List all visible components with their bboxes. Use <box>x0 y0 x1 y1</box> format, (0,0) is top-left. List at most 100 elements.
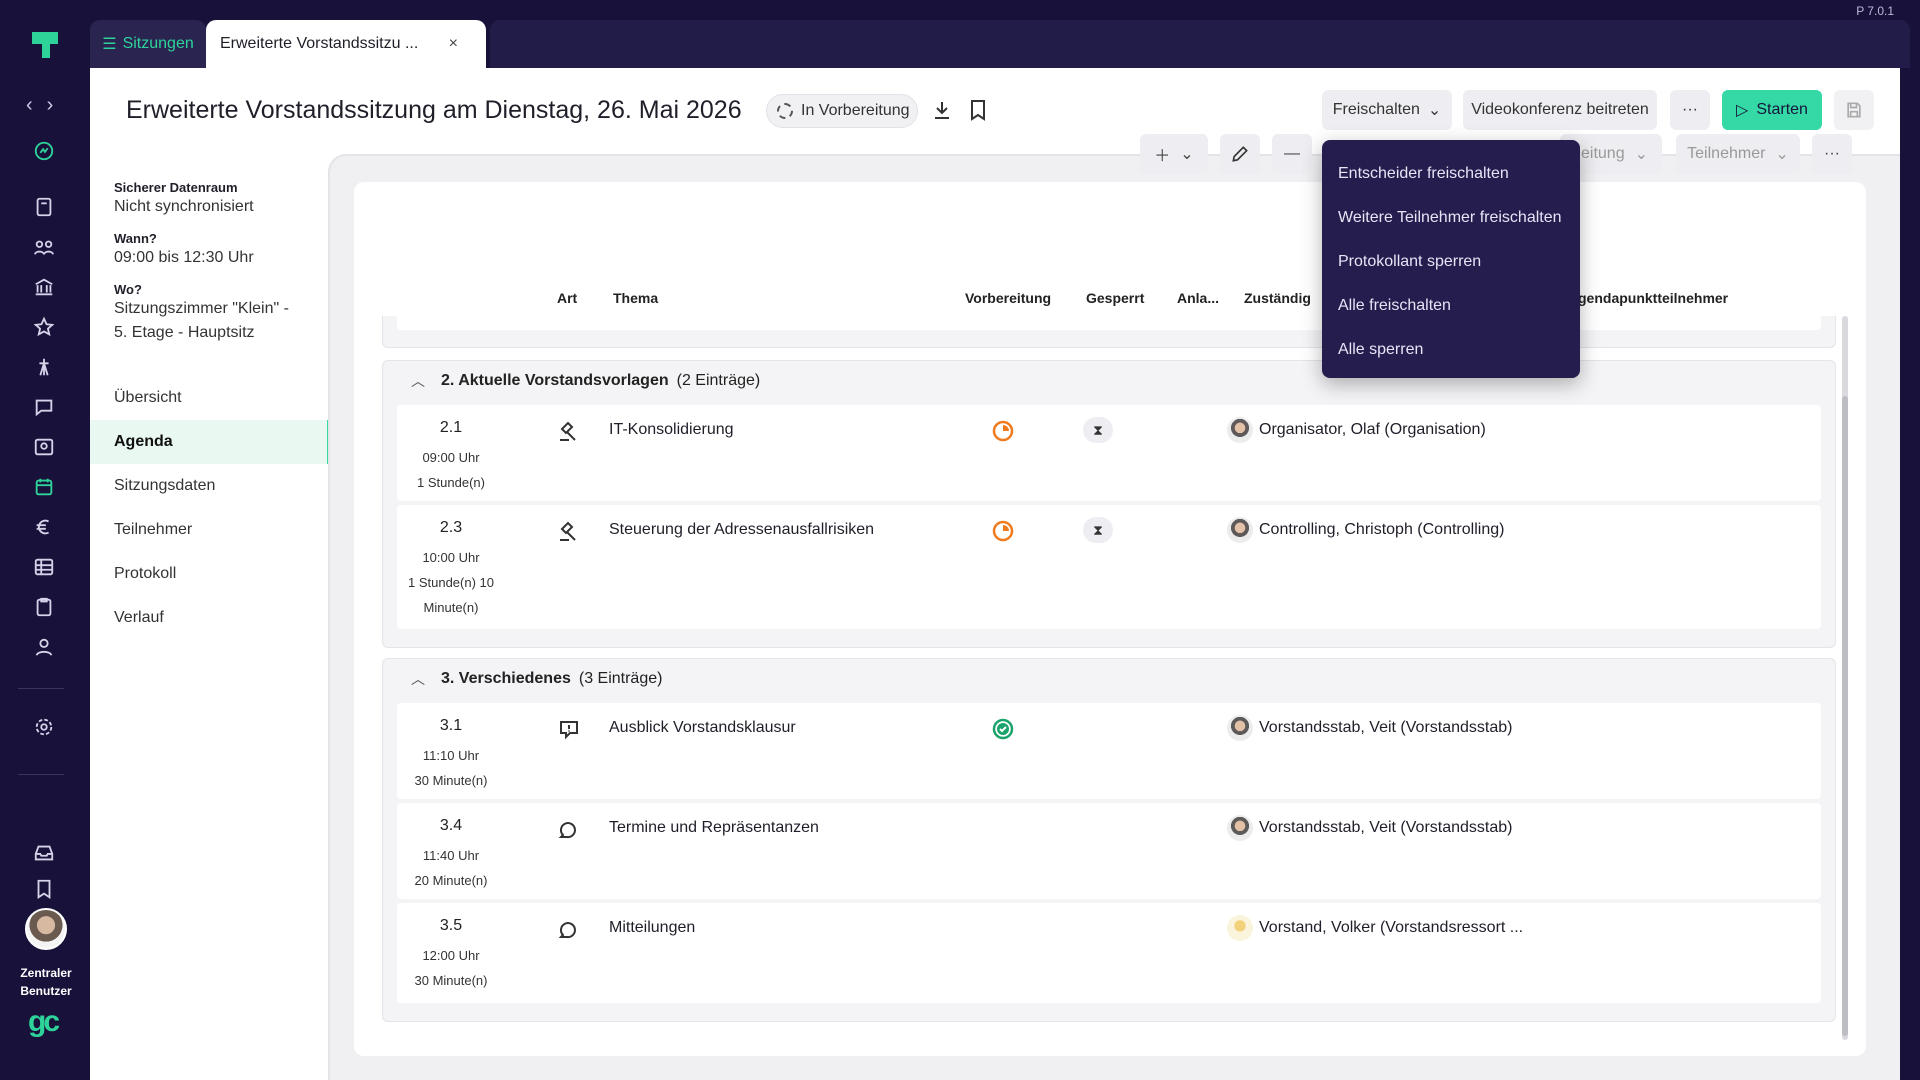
table-row[interactable]: 2.3 10:00 Uhr 1 Stunde(n) 10 Minute(n) Ste… <box>397 505 1821 629</box>
close-icon[interactable]: × <box>449 35 458 53</box>
page-title: Erweiterte Vorstandssitzung am Dienstag,… <box>126 96 742 124</box>
col-gesperrt[interactable]: Gesperrt <box>1086 290 1144 306</box>
item-topic[interactable]: IT-Konsolidierung <box>609 421 734 439</box>
nav-item-agenda[interactable]: Agenda <box>90 420 330 464</box>
responsible-name: Organisator, Olaf (Organisation) <box>1259 421 1486 438</box>
col-vorbereitung[interactable]: Vorbereitung <box>965 290 1051 306</box>
chat-icon[interactable] <box>33 396 55 418</box>
agenda-group: ︿ 3. Verschiedenes (3 Einträge) 3.1 11:1… <box>382 658 1836 1022</box>
add-button[interactable]: ＋ ⌄ <box>1140 134 1208 174</box>
toolbar-more-button[interactable]: ··· <box>1812 134 1852 174</box>
col-anlagen[interactable]: Anla... <box>1177 290 1219 306</box>
avatar <box>1227 715 1253 741</box>
gavel-icon <box>557 419 581 443</box>
group-header[interactable]: ︿ 2. Aktuelle Vorstandsvorlagen (2 Eintr… <box>411 371 760 391</box>
chevron-up-icon[interactable]: ︿ <box>411 669 425 689</box>
videoconference-button[interactable]: Videokonferenz beitreten <box>1463 90 1657 130</box>
calendar-icon[interactable] <box>33 476 55 498</box>
hourglass-icon[interactable]: ⧗ <box>1083 417 1113 443</box>
certificate-icon[interactable] <box>33 436 55 458</box>
previous-group-end <box>382 316 1836 348</box>
teilnehmer-filter[interactable]: Teilnehmer ⌄ <box>1676 134 1800 174</box>
nav-item-uebersicht[interactable]: Übersicht <box>90 376 330 420</box>
chevron-up-icon[interactable]: ︿ <box>411 371 425 391</box>
rail-separator <box>18 774 64 775</box>
inbox-icon[interactable] <box>33 842 55 864</box>
scrollbar-thumb[interactable] <box>1842 396 1848 1036</box>
hourglass-icon[interactable]: ⧗ <box>1083 517 1113 543</box>
scrollbar[interactable] <box>1842 316 1848 1040</box>
item-topic[interactable]: Steuerung der Adressenausfallrisiken <box>609 521 874 539</box>
nav-item-teilnehmer[interactable]: Teilnehmer <box>90 508 330 552</box>
menu-item-entscheider-freischalten[interactable]: Entscheider freischalten <box>1322 152 1580 196</box>
col-art[interactable]: Art <box>557 290 577 306</box>
status-label: In Vorbereitung <box>801 102 910 119</box>
dashboard-icon[interactable] <box>33 140 55 162</box>
rail-separator <box>18 688 64 689</box>
col-thema[interactable]: Thema <box>613 290 658 306</box>
menu-item-alle-sperren[interactable]: Alle sperren <box>1322 328 1580 372</box>
item-topic[interactable]: Mitteilungen <box>609 919 695 937</box>
download-icon[interactable] <box>930 98 954 122</box>
more-button[interactable]: ··· <box>1670 90 1710 130</box>
menu-item-weitere-teilnehmer-freischalten[interactable]: Weitere Teilnehmer freischalten <box>1322 196 1580 240</box>
tab-sitzungen[interactable]: ☰ Sitzungen <box>90 20 206 68</box>
speech-bubble-icon <box>557 917 581 941</box>
table-row[interactable]: 3.1 11:10 Uhr 30 Minute(n) Ausblick Vorst… <box>397 703 1821 799</box>
item-topic[interactable]: Termine und Repräsentanzen <box>609 819 819 837</box>
col-zustaendig[interactable]: Zuständig <box>1244 290 1311 306</box>
brand-logo: gc <box>28 1005 60 1038</box>
info-bubble-icon <box>557 717 581 741</box>
nav-item-sitzungsdaten[interactable]: Sitzungsdaten <box>90 464 330 508</box>
agenda-group: ︿ 2. Aktuelle Vorstandsvorlagen (2 Eintr… <box>382 360 1836 648</box>
star-icon[interactable] <box>33 316 55 338</box>
chevron-down-icon: ⌄ <box>1180 146 1194 163</box>
responsible-person: Vorstandsstab, Veit (Vorstandsstab) <box>1227 715 1512 741</box>
bookmark-icon[interactable] <box>966 98 990 122</box>
menu-item-protokollant-sperren[interactable]: Protokollant sperren <box>1322 240 1580 284</box>
tower-icon[interactable] <box>33 356 55 378</box>
app-logo[interactable] <box>30 30 60 60</box>
item-topic[interactable]: Ausblick Vorstandsklausur <box>609 719 796 737</box>
user-avatar[interactable] <box>25 908 67 950</box>
table-row[interactable]: 3.5 12:00 Uhr 30 Minute(n) Mitteilungen V… <box>397 903 1821 1003</box>
table-icon[interactable] <box>33 556 55 578</box>
table-row[interactable]: 2.1 09:00 Uhr 1 Stunde(n) IT-Konsolidieru… <box>397 405 1821 501</box>
col-teilnehmer[interactable]: gendapunktteilnehmer <box>1578 290 1728 306</box>
in-progress-icon <box>991 419 1015 443</box>
where-value-line2: 5. Etage - Hauptsitz <box>114 324 255 341</box>
previous-row-end <box>397 316 1821 330</box>
item-start: 11:10 Uhr <box>422 748 480 763</box>
datenraum-label: Sicherer Datenraum <box>114 180 238 195</box>
history-arrows[interactable]: ‹› <box>26 94 67 117</box>
group-header[interactable]: ︿ 3. Verschiedenes (3 Einträge) <box>411 669 662 689</box>
nav-item-verlauf[interactable]: Verlauf <box>90 596 330 640</box>
start-button[interactable]: ▷ Starten <box>1722 90 1822 130</box>
tab-active-session[interactable]: Erweiterte Vorstandssitzu ... × <box>206 20 486 68</box>
freischalten-button[interactable]: Freischalten ⌄ <box>1322 90 1452 130</box>
plus-icon: ＋ <box>1154 148 1171 165</box>
chevron-down-icon: ⌄ <box>1775 146 1789 163</box>
group-icon[interactable] <box>33 236 55 258</box>
save-button[interactable] <box>1834 90 1874 130</box>
responsible-person: Organisator, Olaf (Organisation) <box>1227 417 1486 443</box>
table-row[interactable]: 3.4 11:40 Uhr 20 Minute(n) Termine und Re… <box>397 803 1821 899</box>
bank-icon[interactable] <box>33 276 55 298</box>
item-time: 12:00 Uhr 30 Minute(n) <box>397 943 505 993</box>
item-duration: 1 Stunde(n) 10 <box>407 575 494 590</box>
edit-button[interactable] <box>1220 134 1260 174</box>
euro-icon[interactable] <box>33 516 55 538</box>
save-icon <box>1847 102 1861 118</box>
clipboard-icon[interactable] <box>33 596 55 618</box>
nav-item-protokoll[interactable]: Protokoll <box>90 552 330 596</box>
person-icon[interactable] <box>33 636 55 658</box>
bookmark-icon[interactable] <box>33 878 55 900</box>
settings-icon[interactable] <box>33 716 55 738</box>
item-start: 10:00 Uhr <box>422 550 480 565</box>
status-badge[interactable]: In Vorbereitung <box>766 94 918 128</box>
user-name: Zentraler Benutzer <box>20 966 72 998</box>
gavel-icon <box>557 519 581 543</box>
menu-item-alle-freischalten[interactable]: Alle freischalten <box>1322 284 1580 328</box>
remove-button[interactable]: — <box>1272 134 1312 174</box>
book-icon[interactable] <box>33 196 55 218</box>
